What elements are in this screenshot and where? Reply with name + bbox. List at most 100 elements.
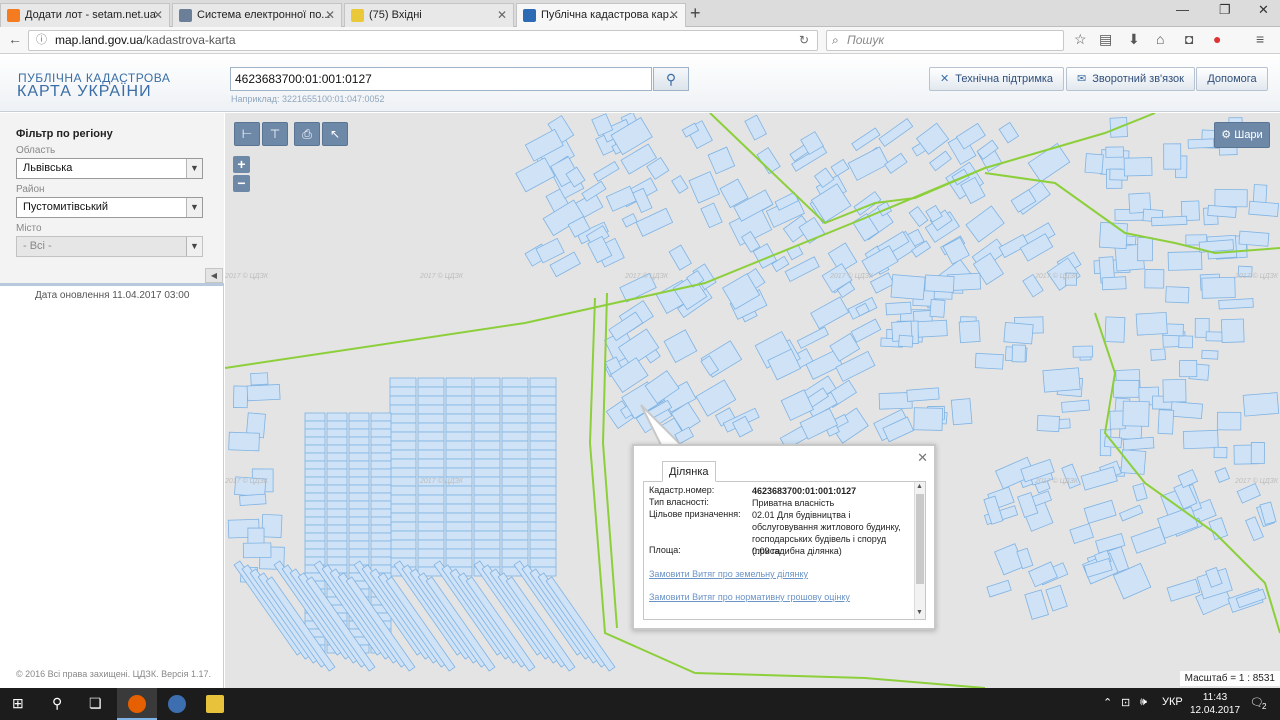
- parcel[interactable]: [261, 513, 283, 538]
- close-window-icon[interactable]: ✕: [1258, 2, 1269, 18]
- parcel[interactable]: [913, 407, 943, 431]
- parcel[interactable]: [239, 493, 267, 506]
- parcel[interactable]: [1250, 442, 1265, 465]
- input-language[interactable]: УКР: [1162, 696, 1183, 708]
- parcel[interactable]: [501, 521, 529, 532]
- parcel[interactable]: [304, 540, 326, 550]
- parcel[interactable]: [326, 540, 348, 550]
- parcel[interactable]: [688, 171, 721, 204]
- parcel[interactable]: [884, 152, 908, 174]
- parcel[interactable]: [242, 542, 272, 559]
- parcel[interactable]: [501, 449, 529, 460]
- parcel[interactable]: [1042, 367, 1081, 393]
- parcel[interactable]: [1236, 482, 1261, 504]
- parcel[interactable]: [370, 492, 392, 502]
- parcel[interactable]: [445, 521, 473, 532]
- parcel[interactable]: [445, 494, 473, 505]
- parcel[interactable]: [326, 524, 348, 534]
- parcel[interactable]: [304, 500, 326, 510]
- download-icon[interactable]: ⬇: [1128, 31, 1140, 48]
- parcel[interactable]: [389, 512, 417, 523]
- parcel[interactable]: [700, 202, 723, 229]
- parcel[interactable]: [326, 508, 348, 518]
- parcel[interactable]: [501, 413, 529, 424]
- parcel[interactable]: [370, 540, 392, 550]
- parcel[interactable]: [529, 530, 557, 541]
- parcel[interactable]: [1213, 446, 1228, 459]
- parcel[interactable]: [389, 467, 417, 478]
- parcel[interactable]: [473, 476, 501, 487]
- parcel[interactable]: [473, 440, 501, 451]
- parcel[interactable]: [326, 412, 348, 422]
- parcel[interactable]: [445, 413, 473, 424]
- tab-parcel[interactable]: Ділянка: [662, 461, 716, 482]
- browser-tab-setam[interactable]: Додати лот - setam.net.ua ✕: [0, 3, 170, 27]
- parcel[interactable]: [389, 413, 417, 424]
- parcel[interactable]: [326, 484, 348, 494]
- parcel[interactable]: [501, 476, 529, 487]
- parcel[interactable]: [370, 412, 392, 422]
- parcel[interactable]: [417, 485, 445, 496]
- parcel[interactable]: [850, 318, 882, 343]
- cadastre-search-input[interactable]: 4623683700:01:001:0127: [230, 67, 652, 91]
- parcel[interactable]: [529, 557, 557, 568]
- parcel[interactable]: [473, 485, 501, 496]
- feedback-button[interactable]: ✉ Зворотний зв'язок: [1066, 67, 1195, 91]
- parcel[interactable]: [1157, 409, 1175, 435]
- parcel[interactable]: [389, 485, 417, 496]
- parcel[interactable]: [965, 205, 1005, 243]
- zoom-in-button[interactable]: +: [233, 156, 250, 173]
- parcel[interactable]: [304, 548, 326, 558]
- parcel[interactable]: [1216, 411, 1242, 431]
- parcel[interactable]: [389, 530, 417, 541]
- parcel[interactable]: [445, 539, 473, 550]
- parcel[interactable]: [370, 516, 392, 526]
- parcel[interactable]: [370, 420, 392, 430]
- taskbar-clock[interactable]: 11:43 12.04.2017: [1190, 691, 1240, 717]
- parcel[interactable]: [417, 494, 445, 505]
- parcel[interactable]: [348, 436, 370, 446]
- close-tab-icon[interactable]: ✕: [669, 4, 679, 26]
- parcel[interactable]: [529, 494, 557, 505]
- parcel[interactable]: [830, 158, 850, 177]
- parcel[interactable]: [326, 468, 348, 478]
- parcel[interactable]: [473, 539, 501, 550]
- menu-icon[interactable]: ≡: [1256, 31, 1264, 47]
- parcel[interactable]: [908, 206, 929, 228]
- parcel[interactable]: [370, 548, 392, 558]
- parcel[interactable]: [417, 503, 445, 514]
- parcel[interactable]: [1084, 153, 1104, 174]
- parcel[interactable]: [501, 404, 529, 415]
- parcel[interactable]: [389, 476, 417, 487]
- parcel[interactable]: [1104, 316, 1126, 343]
- parcel[interactable]: [326, 556, 348, 566]
- parcel[interactable]: [529, 539, 557, 550]
- parcel[interactable]: [593, 160, 620, 182]
- parcel[interactable]: [1045, 584, 1068, 612]
- parcel[interactable]: [326, 532, 348, 542]
- parcel[interactable]: [1214, 188, 1248, 208]
- parcel[interactable]: [417, 395, 445, 406]
- parcel[interactable]: [529, 467, 557, 478]
- parcel[interactable]: [878, 118, 914, 148]
- parcel[interactable]: [348, 476, 370, 486]
- network-icon[interactable]: ⊡: [1121, 696, 1130, 709]
- parcel[interactable]: [1122, 400, 1150, 427]
- parcel[interactable]: [501, 395, 529, 406]
- parcel[interactable]: [370, 436, 392, 446]
- parcel[interactable]: [998, 121, 1020, 144]
- parcel[interactable]: [370, 444, 392, 454]
- parcel[interactable]: [348, 468, 370, 478]
- parcel[interactable]: [1130, 526, 1167, 554]
- parcel[interactable]: [445, 449, 473, 460]
- address-bar[interactable]: ⓘ map.land.gov.ua/kadastrova-karta ↻: [28, 30, 818, 51]
- parcel[interactable]: [389, 440, 417, 451]
- parcel[interactable]: [389, 377, 417, 388]
- parcel[interactable]: [1120, 449, 1147, 475]
- parcel[interactable]: [417, 422, 445, 433]
- parcel[interactable]: [326, 492, 348, 502]
- task-view-icon[interactable]: ❏: [89, 695, 102, 712]
- thunderbird-taskbar-button[interactable]: [157, 688, 197, 720]
- parcel[interactable]: [1151, 215, 1188, 227]
- parcel[interactable]: [445, 395, 473, 406]
